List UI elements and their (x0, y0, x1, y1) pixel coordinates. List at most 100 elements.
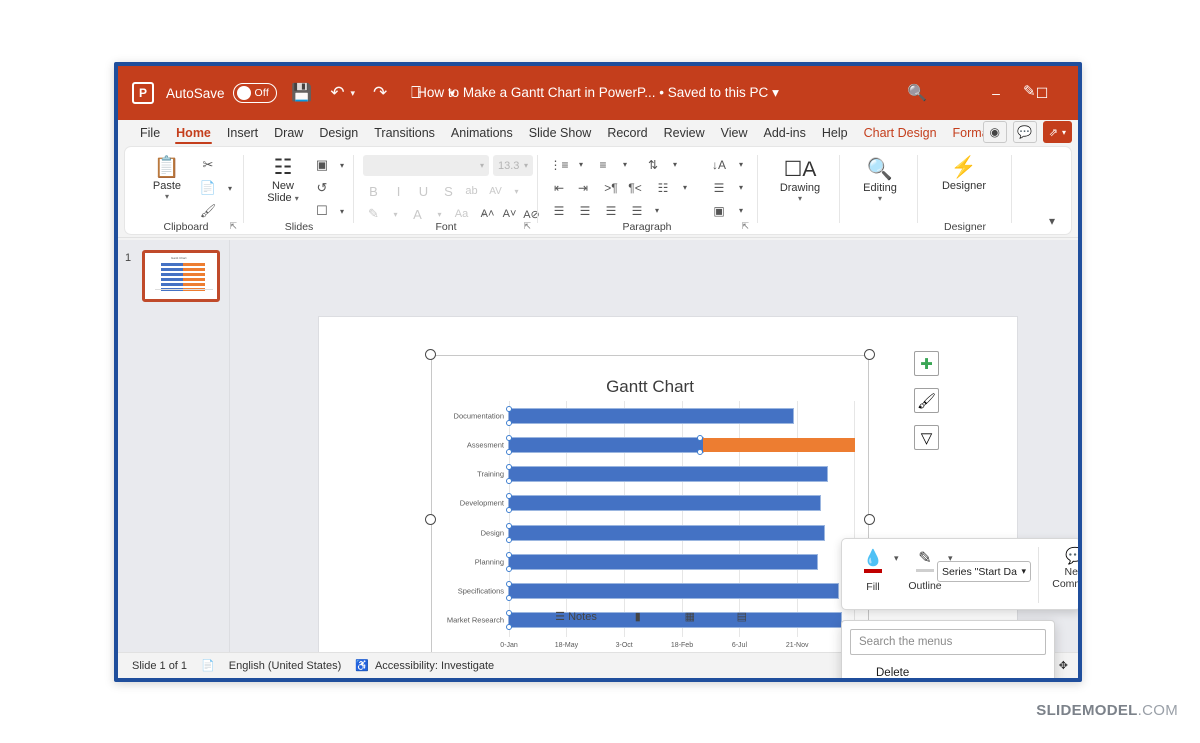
numbering-icon[interactable]: ≡ (593, 155, 613, 174)
slide-layout-dropdown-icon[interactable]: ▾ (331, 155, 353, 175)
fill-dropdown-icon[interactable]: ▾ (894, 553, 899, 564)
bar-start-date[interactable] (508, 553, 818, 570)
align-right-icon[interactable]: ☰ (601, 201, 621, 220)
customize-quick-access-icon[interactable]: ▾ (441, 82, 463, 104)
series-selector-dropdown-icon[interactable]: ▾ (1021, 566, 1026, 577)
editing-dropdown-icon[interactable]: ▾ (878, 194, 882, 203)
text-shadow-button[interactable]: S (438, 181, 459, 201)
columns-dropdown-icon[interactable]: ▾ (675, 178, 695, 197)
notes-button[interactable]: ☰ Notes (555, 610, 597, 623)
new-comment-button[interactable]: 💬 NewComment (1045, 547, 1078, 590)
italic-button[interactable]: I (388, 181, 409, 201)
tab-insert[interactable]: Insert (219, 121, 266, 145)
font-size-combo[interactable]: 13.3 ▾ (493, 155, 533, 176)
align-center-icon[interactable]: ☰ (575, 201, 595, 220)
resize-handle-middle-right[interactable] (864, 514, 875, 525)
drawing-dropdown-icon[interactable]: ▾ (798, 194, 802, 203)
fill-button[interactable]: 💧 Fill (854, 549, 892, 593)
text-direction-icon[interactable]: ↓A (709, 155, 729, 174)
gantt-chart-object[interactable]: Gantt Chart Documentation Assesment Trai… (425, 349, 875, 678)
chart-filters-button[interactable]: ▽ (914, 425, 939, 450)
bold-button[interactable]: B (363, 181, 384, 201)
convert-to-smartart-icon[interactable]: ▣ (709, 201, 729, 220)
underline-button[interactable]: U (413, 181, 434, 201)
data-point-handle[interactable] (506, 405, 512, 412)
font-name-dropdown-icon[interactable]: ▾ (480, 161, 484, 170)
data-point-handle[interactable] (506, 565, 512, 572)
justify-dropdown-icon[interactable]: ▾ (647, 201, 667, 220)
align-left-icon[interactable]: ☰ (549, 201, 569, 220)
undo-dropdown-icon[interactable]: ▾ (351, 88, 356, 99)
character-spacing-dropdown-icon[interactable]: ▾ (506, 181, 527, 201)
record-button[interactable]: ◉ (982, 121, 1007, 143)
data-point-handle[interactable] (506, 536, 512, 543)
tab-home[interactable]: Home (168, 121, 219, 145)
data-point-handle[interactable] (506, 434, 512, 441)
minimize-button[interactable]: – (973, 66, 1019, 120)
slide-canvas[interactable]: Gantt Chart Documentation Assesment Trai… (318, 316, 1078, 678)
data-point-handle[interactable] (696, 448, 703, 455)
search-menus-input[interactable]: Search the menus (850, 629, 1046, 655)
format-painter-icon[interactable]: 🖌 (197, 201, 219, 221)
font-name-combo[interactable]: ▾ (363, 155, 489, 176)
tab-help[interactable]: Help (814, 121, 856, 145)
smartart-dropdown-icon[interactable]: ▾ (731, 201, 751, 220)
resize-handle-top-left[interactable] (425, 349, 436, 360)
bullets-icon[interactable]: ⋮≡ (549, 155, 569, 174)
close-button[interactable]: ✕ (1065, 66, 1078, 120)
tab-review[interactable]: Review (656, 121, 713, 145)
tab-record[interactable]: Record (599, 121, 655, 145)
strikethrough-button[interactable]: ab (461, 181, 482, 201)
bar-start-date[interactable] (508, 524, 825, 541)
data-point-handle[interactable] (506, 522, 512, 529)
bar-start-date[interactable] (507, 495, 822, 512)
increase-indent-icon[interactable]: ⇥ (573, 178, 593, 197)
search-icon[interactable]: 🔍 (907, 83, 927, 103)
section-icon[interactable]: ☐ (311, 201, 333, 221)
bar-start-date[interactable] (508, 583, 839, 600)
section-dropdown-icon[interactable]: ▾ (331, 201, 353, 221)
tab-transitions[interactable]: Transitions (366, 121, 443, 145)
comments-button[interactable]: 💬 (1012, 121, 1037, 143)
autosave-toggle[interactable]: Off (232, 83, 277, 103)
accessibility-status[interactable]: ♿ Accessibility: Investigate (355, 659, 494, 673)
editing-button[interactable]: 🔍 Editing ▾ (854, 157, 906, 203)
align-text-dropdown-icon[interactable]: ▾ (731, 178, 751, 197)
maximize-button[interactable]: ☐ (1019, 66, 1065, 120)
menu-item-delete[interactable]: Delete (842, 659, 1054, 678)
resize-handle-bottom-right[interactable] (864, 680, 875, 682)
save-icon[interactable]: 💾 (291, 82, 313, 104)
data-point-handle[interactable] (696, 434, 703, 441)
slide-sorter-button[interactable]: ▦ (679, 607, 701, 625)
bar-start-date[interactable] (508, 407, 794, 424)
resize-handle-top-right[interactable] (864, 349, 875, 360)
slide-thumbnail-1[interactable]: Gantt Chart (142, 250, 220, 302)
new-slide-button[interactable]: ☷ New Slide ▾ (257, 155, 309, 205)
drawing-button[interactable]: ☐A Drawing ▾ (772, 157, 828, 203)
language-label[interactable]: English (United States) (229, 660, 342, 672)
columns-icon[interactable]: ☷ (653, 178, 673, 197)
bar-duration[interactable] (702, 437, 855, 452)
fit-slide-to-window-icon[interactable]: ✥ (1059, 659, 1068, 672)
line-spacing-icon[interactable]: ⇅ (643, 155, 663, 174)
new-slide-dropdown-icon[interactable]: ▾ (295, 194, 299, 203)
start-presentation-icon[interactable]: ⎕ (405, 82, 427, 104)
chart-elements-button[interactable]: ✚ (914, 351, 939, 376)
character-spacing-button[interactable]: AV (485, 181, 506, 201)
tab-chart-design[interactable]: Chart Design (856, 121, 945, 145)
tab-view[interactable]: View (713, 121, 756, 145)
tab-file[interactable]: File (132, 121, 168, 145)
bullets-dropdown-icon[interactable]: ▾ (571, 155, 591, 174)
chart-styles-button[interactable]: 🖌 (914, 388, 939, 413)
bar-start-date[interactable] (507, 466, 829, 483)
bar-start-date[interactable] (508, 436, 704, 453)
series-selector[interactable]: Series "Start Da ▾ (937, 561, 1031, 582)
tab-animations[interactable]: Animations (443, 121, 521, 145)
right-to-left-icon[interactable]: ¶< (625, 178, 645, 197)
tab-design[interactable]: Design (311, 121, 366, 145)
font-size-dropdown-icon[interactable]: ▾ (524, 161, 528, 170)
redo-icon[interactable]: ↷ (369, 82, 391, 104)
share-button[interactable]: ⇗ ▾ (1042, 121, 1072, 143)
paste-button[interactable]: 📋 Paste ▾ (143, 155, 191, 201)
font-dialog-launcher[interactable]: ⇱ (523, 221, 531, 232)
